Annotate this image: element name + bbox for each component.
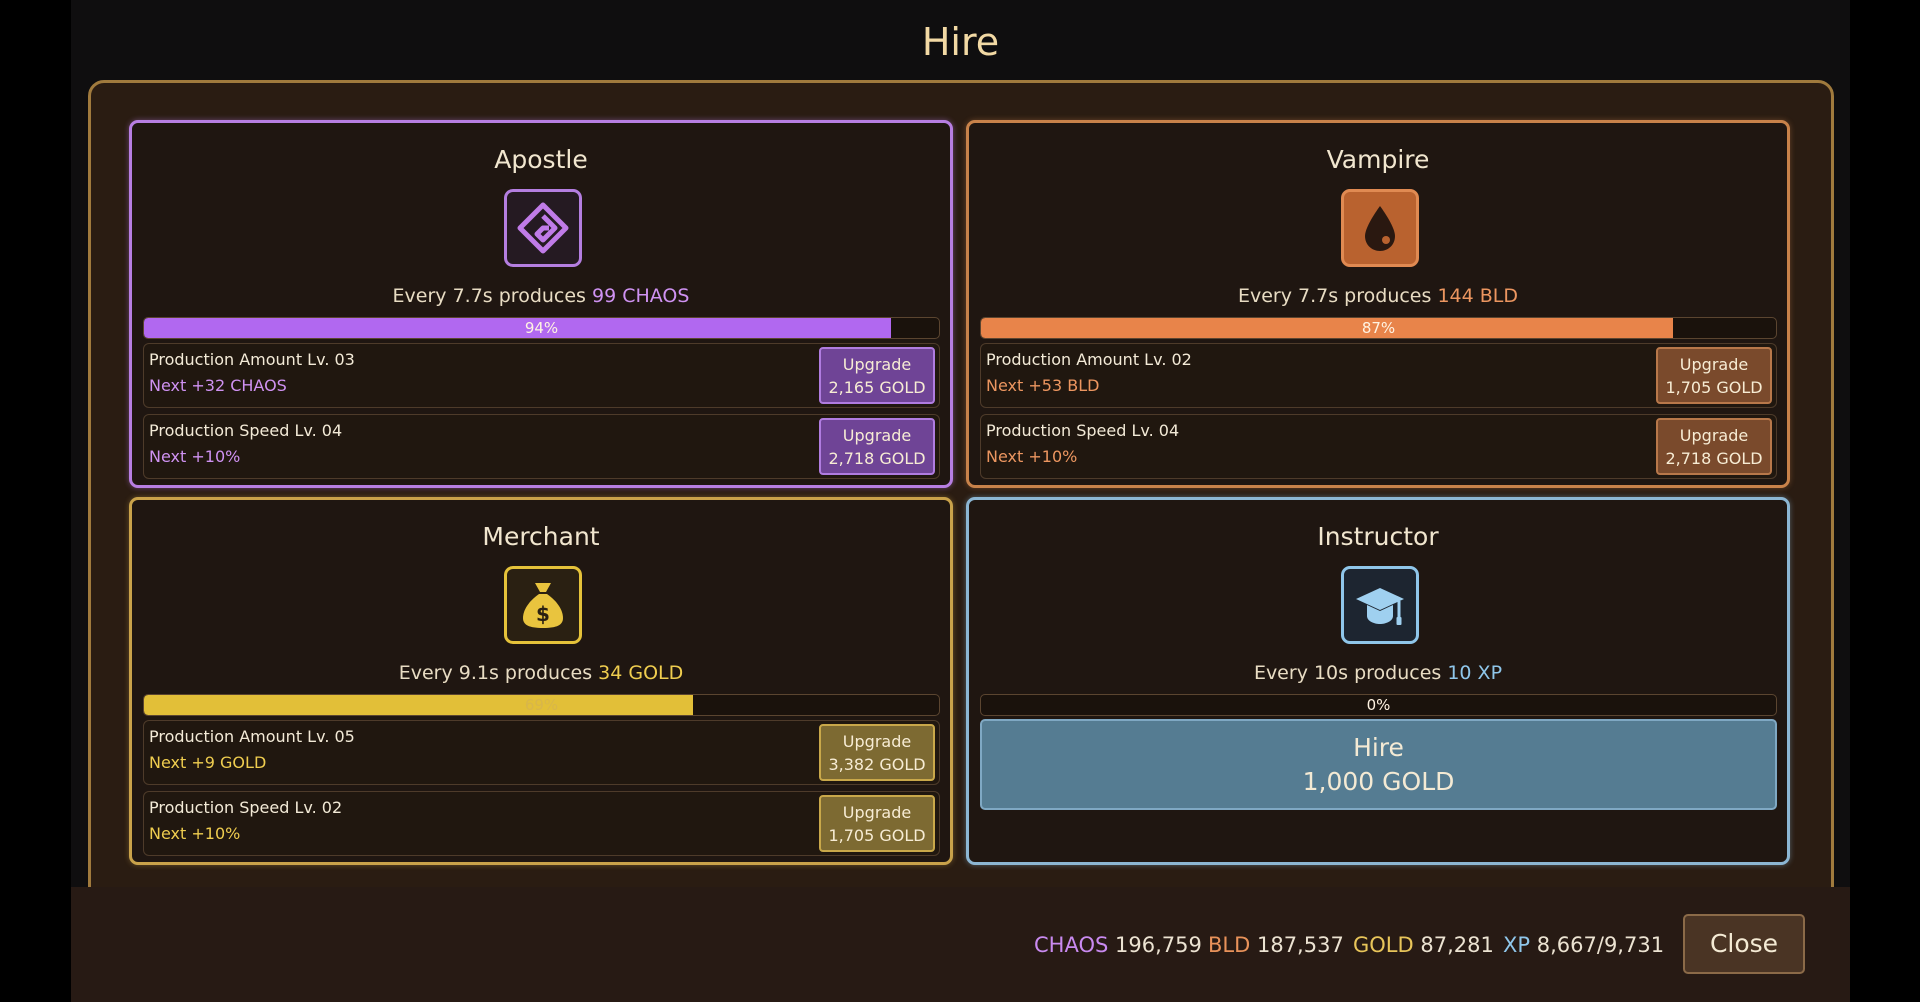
resource-value: 8,667/9,731	[1536, 933, 1665, 957]
card-title: Merchant	[482, 522, 600, 551]
upgrade-name: Production Amount Lv. 02	[986, 350, 1192, 369]
progress-label: 69%	[524, 696, 559, 714]
upgrade-button[interactable]: Upgrade 2,718 GOLD	[1656, 418, 1772, 475]
production-value: 34 GOLD	[598, 662, 684, 684]
chaos-diamond-icon	[504, 189, 582, 267]
upgrade-name: Production Amount Lv. 03	[149, 350, 355, 369]
card-title: Vampire	[1326, 145, 1430, 174]
close-button[interactable]: Close	[1683, 914, 1805, 974]
production-progress-bar: 87%	[980, 317, 1777, 339]
card-title: Instructor	[1317, 522, 1439, 551]
production-value: 99 CHAOS	[592, 285, 690, 307]
production-progress-bar: 69%	[143, 694, 940, 716]
production-value: 10 XP	[1447, 662, 1503, 684]
upgrade-button[interactable]: Upgrade 2,718 GOLD	[819, 418, 935, 475]
upgrade-next: Next +9 GOLD	[149, 753, 267, 772]
card-title: Apostle	[494, 145, 588, 174]
upgrade-cost: 2,718 GOLD	[828, 449, 926, 468]
resource-label: CHAOS	[1034, 933, 1109, 957]
upgrade-button-label: Upgrade	[842, 732, 912, 751]
hire-screen: Hire Apostle Every 7.7s produces 99 CHAO…	[71, 0, 1850, 1002]
blood-drop-icon	[1341, 189, 1419, 267]
upgrade-next: Next +53 BLD	[986, 376, 1100, 395]
apostle-card: Apostle Every 7.7s produces 99 CHAOS 94%…	[129, 120, 953, 488]
production-speed-row: Production Speed Lv. 02 Next +10% Upgrad…	[143, 791, 940, 856]
production-speed-row: Production Speed Lv. 04 Next +10% Upgrad…	[980, 414, 1777, 479]
upgrade-button-label: Upgrade	[1679, 426, 1749, 445]
upgrade-cost: 1,705 GOLD	[1665, 378, 1763, 397]
production-text: Every 10s produces	[1253, 662, 1448, 684]
production-text: Every 7.7s produces	[1237, 285, 1438, 307]
hire-button[interactable]: Hire 1,000 GOLD	[980, 719, 1777, 810]
production-text: Every 9.1s produces	[398, 662, 599, 684]
instructor-card: Instructor Every 10s produces 10 XP 0% H…	[966, 497, 1790, 865]
upgrade-cost: 2,165 GOLD	[828, 378, 926, 397]
resource-value: 187,537	[1256, 933, 1344, 957]
upgrade-next: Next +10%	[986, 447, 1078, 466]
production-info: Every 10s produces 10 XP	[969, 662, 1787, 684]
money-bag-icon: $	[504, 566, 582, 644]
upgrade-cost: 3,382 GOLD	[828, 755, 926, 774]
graduation-cap-icon	[1341, 566, 1419, 644]
resource-label: GOLD	[1353, 933, 1414, 957]
upgrade-name: Production Speed Lv. 02	[149, 798, 343, 817]
merchant-card: Merchant $ Every 9.1s produces 34 GOLD 6…	[129, 497, 953, 865]
page-title: Hire	[921, 20, 1000, 64]
progress-label: 87%	[1361, 319, 1396, 337]
resource-blood: BLD 187,537	[1208, 933, 1344, 957]
upgrade-button-label: Upgrade	[842, 803, 912, 822]
resource-value: 87,281	[1420, 933, 1494, 957]
upgrade-cost: 2,718 GOLD	[1665, 449, 1763, 468]
production-progress-bar: 94%	[143, 317, 940, 339]
upgrade-button[interactable]: Upgrade 3,382 GOLD	[819, 724, 935, 781]
upgrade-next: Next +10%	[149, 447, 241, 466]
production-progress-bar: 0%	[980, 694, 1777, 716]
upgrade-button[interactable]: Upgrade 1,705 GOLD	[1656, 347, 1772, 404]
progress-label: 94%	[524, 319, 559, 337]
upgrade-cost: 1,705 GOLD	[828, 826, 926, 845]
resource-chaos: CHAOS 196,759	[1034, 933, 1202, 957]
production-amount-row: Production Amount Lv. 02 Next +53 BLD Up…	[980, 343, 1777, 408]
upgrade-button[interactable]: Upgrade 1,705 GOLD	[819, 795, 935, 852]
upgrade-button-label: Upgrade	[842, 426, 912, 445]
upgrade-name: Production Speed Lv. 04	[149, 421, 343, 440]
resource-gold: GOLD 87,281	[1353, 933, 1494, 957]
svg-text:$: $	[536, 602, 550, 626]
upgrade-button-label: Upgrade	[1679, 355, 1749, 374]
upgrade-button[interactable]: Upgrade 2,165 GOLD	[819, 347, 935, 404]
hire-button-label: Hire	[1353, 733, 1404, 762]
resource-label: BLD	[1208, 933, 1251, 957]
production-value: 144 BLD	[1437, 285, 1518, 307]
production-info: Every 9.1s produces 34 GOLD	[132, 662, 950, 684]
progress-label: 0%	[1366, 696, 1391, 714]
vampire-card: Vampire Every 7.7s produces 144 BLD 87% …	[966, 120, 1790, 488]
hire-cost: 1,000 GOLD	[1302, 767, 1455, 796]
upgrade-next: Next +10%	[149, 824, 241, 843]
production-info: Every 7.7s produces 144 BLD	[969, 285, 1787, 307]
upgrade-button-label: Upgrade	[842, 355, 912, 374]
upgrade-next: Next +32 CHAOS	[149, 376, 287, 395]
resource-xp: XP 8,667/9,731	[1503, 933, 1664, 957]
upgrade-name: Production Speed Lv. 04	[986, 421, 1180, 440]
production-info: Every 7.7s produces 99 CHAOS	[132, 285, 950, 307]
resource-footer: CHAOS 196,759 BLD 187,537 GOLD 87,281 XP…	[71, 887, 1850, 1002]
resource-value: 196,759	[1115, 933, 1202, 957]
production-amount-row: Production Amount Lv. 03 Next +32 CHAOS …	[143, 343, 940, 408]
production-text: Every 7.7s produces	[392, 285, 592, 307]
production-speed-row: Production Speed Lv. 04 Next +10% Upgrad…	[143, 414, 940, 479]
hire-panel: Apostle Every 7.7s produces 99 CHAOS 94%…	[88, 80, 1834, 980]
production-amount-row: Production Amount Lv. 05 Next +9 GOLD Up…	[143, 720, 940, 785]
upgrade-name: Production Amount Lv. 05	[149, 727, 355, 746]
resource-label: XP	[1503, 933, 1531, 957]
